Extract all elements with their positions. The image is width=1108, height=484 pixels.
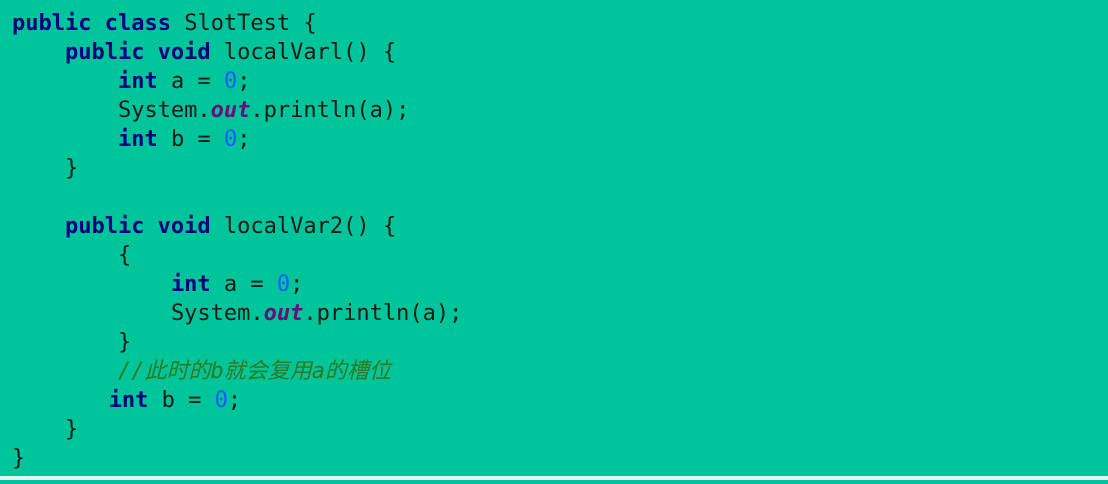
- code-text: a =: [157, 69, 224, 94]
- keyword-token: int: [108, 388, 149, 413]
- code-text: b =: [157, 127, 224, 152]
- code-line: public void localVarl() {: [12, 38, 1108, 67]
- code-text: .println(a);: [250, 98, 410, 123]
- code-text: ;: [237, 69, 251, 94]
- keyword-token: public class: [12, 11, 171, 36]
- number-literal: 0: [214, 388, 228, 413]
- code-text: }: [64, 417, 79, 442]
- static-field-out: out: [210, 98, 251, 123]
- code-line: {: [12, 241, 1108, 270]
- code-line: }: [12, 415, 1108, 444]
- static-field-out: out: [263, 301, 304, 326]
- number-literal: 0: [223, 69, 238, 94]
- keyword-token: int: [170, 272, 211, 297]
- code-line: int b = 0;: [12, 386, 1108, 415]
- code-text: System.: [170, 301, 264, 326]
- code-text: SlotTest {: [170, 11, 317, 36]
- code-block: public class SlotTest {public void local…: [0, 0, 1108, 480]
- code-text: localVarl() {: [210, 40, 397, 65]
- code-text: localVar2() {: [210, 214, 397, 239]
- number-literal: 0: [276, 272, 291, 297]
- code-line: int b = 0;: [12, 125, 1108, 154]
- code-text: ;: [237, 127, 251, 152]
- code-text: System.: [117, 98, 211, 123]
- code-line: public void localVar2() {: [12, 212, 1108, 241]
- code-text: ;: [227, 388, 242, 413]
- code-line: System.out.println(a);: [12, 96, 1108, 125]
- code-text: a =: [210, 272, 277, 297]
- code-text: .println(a);: [303, 301, 463, 326]
- keyword-token: int: [117, 69, 158, 94]
- code-text: ;: [290, 272, 304, 297]
- code-text: }: [12, 446, 26, 471]
- keyword-token: int: [117, 127, 158, 152]
- code-line: int a = 0;: [12, 270, 1108, 299]
- code-line: }: [12, 154, 1108, 183]
- code-text: }: [64, 156, 79, 181]
- code-text: b =: [148, 388, 215, 413]
- code-line: public class SlotTest {: [12, 9, 1108, 38]
- code-line: System.out.println(a);: [12, 299, 1108, 328]
- keyword-token: public void: [64, 214, 211, 239]
- number-literal: 0: [223, 127, 238, 152]
- code-comment: //此时的b就会复用a的槽位: [117, 359, 391, 384]
- keyword-token: public void: [64, 40, 211, 65]
- code-text: }: [117, 330, 132, 355]
- code-line: }: [12, 444, 1108, 473]
- code-line: //此时的b就会复用a的槽位: [12, 357, 1108, 386]
- code-line: int a = 0;: [12, 67, 1108, 96]
- code-text: {: [117, 243, 132, 268]
- code-line: }: [12, 328, 1108, 357]
